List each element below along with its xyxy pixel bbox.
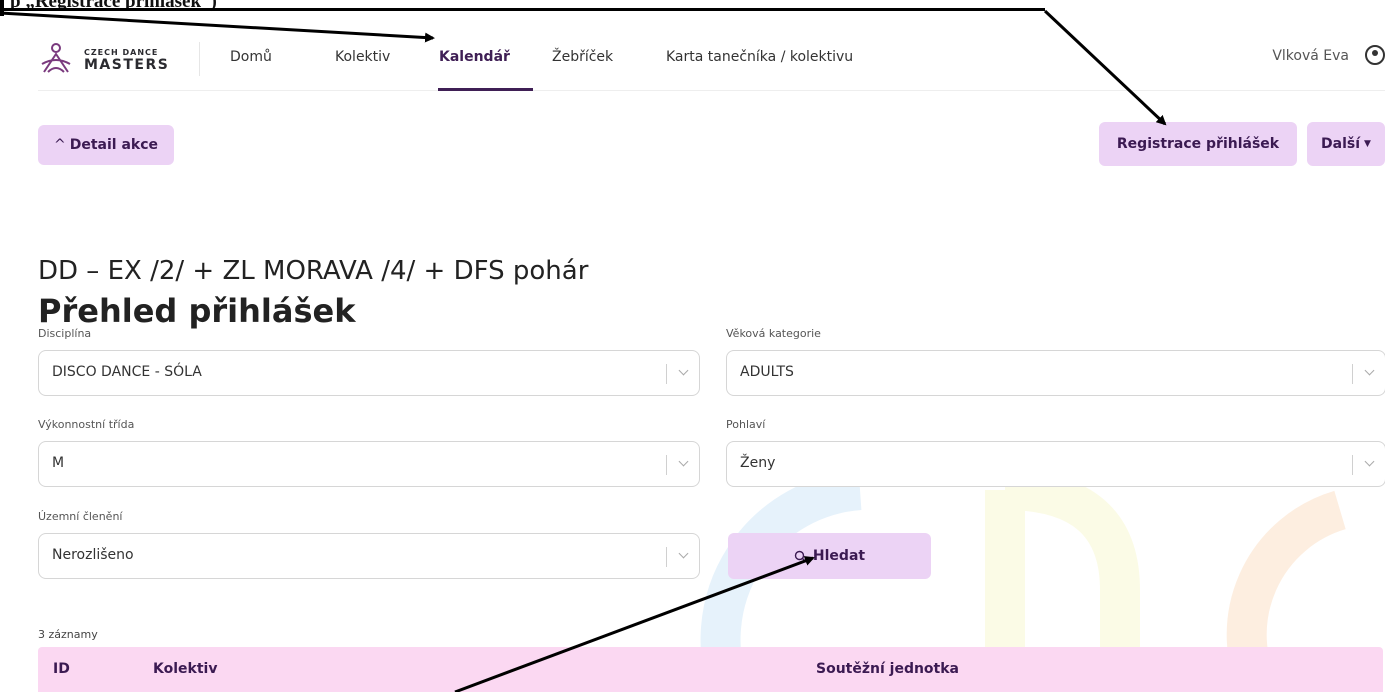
vekova-kategorie-value: ADULTS <box>740 364 794 380</box>
logo-line-2: MASTERS <box>84 57 170 73</box>
uzemni-cleneni-value: Nerozlišeno <box>52 547 134 563</box>
pohlavi-label: Pohlaví <box>726 418 766 431</box>
record-count: 3 záznamy <box>38 628 98 641</box>
chevron-up-icon: ^ <box>53 137 66 153</box>
column-header-kolektiv[interactable]: Kolektiv <box>153 661 217 677</box>
pohlavi-value: Ženy <box>740 455 776 471</box>
chevron-down-icon <box>678 365 689 376</box>
nav-active-indicator <box>438 88 533 91</box>
user-icon[interactable] <box>1365 45 1385 65</box>
detail-akce-label: Detail akce <box>69 137 158 153</box>
chevron-down-icon <box>678 456 689 467</box>
chevron-down-icon <box>1364 456 1375 467</box>
nav-item-domu[interactable]: Domů <box>230 49 272 65</box>
disciplina-label: Disciplína <box>38 327 92 340</box>
select-divider <box>666 364 667 384</box>
nav-item-zebricek[interactable]: Žebříček <box>552 49 613 65</box>
annotation-text: p „Registrace přihlášek“) <box>10 0 217 12</box>
column-header-id[interactable]: ID <box>53 661 70 677</box>
nav-separator <box>199 42 200 76</box>
search-icon <box>794 550 807 562</box>
hledat-label: Hledat <box>812 548 866 564</box>
page-title: Přehled přihlášek <box>38 292 356 330</box>
nav-item-karta[interactable]: Karta tanečníka / kolektivu <box>666 49 853 65</box>
chevron-down-icon <box>1364 365 1375 376</box>
logo-mark-icon <box>41 43 71 73</box>
nav-item-kalendar[interactable]: Kalendář <box>439 49 510 65</box>
page-subtitle: DD – EX /2/ + ZL MORAVA /4/ + DFS pohár <box>38 256 589 286</box>
select-divider <box>1352 455 1353 475</box>
vekova-kategorie-label: Věková kategorie <box>726 327 821 340</box>
pohlavi-select[interactable]: Ženy <box>726 441 1385 487</box>
chevron-down-icon <box>678 548 689 559</box>
column-header-soutezni-jednotka[interactable]: Soutěžní jednotka <box>816 661 959 677</box>
vekova-kategorie-select[interactable]: ADULTS <box>726 350 1385 396</box>
disciplina-select[interactable]: DISCO DANCE - SÓLA <box>38 350 700 396</box>
top-navigation: CZECH DANCE MASTERS Domů Kolektiv Kalend… <box>38 30 1385 91</box>
detail-akce-button[interactable]: ^ Detail akce <box>38 125 174 165</box>
select-divider <box>666 547 667 567</box>
user-name[interactable]: Vlková Eva <box>1272 48 1349 64</box>
dalsi-label: Další <box>1321 136 1361 152</box>
vykonnostni-trida-value: M <box>52 455 65 471</box>
annotation-frame-top <box>0 8 1045 11</box>
caret-down-icon: ▼ <box>1364 139 1371 149</box>
uzemni-cleneni-select[interactable]: Nerozlišeno <box>38 533 700 579</box>
logo-line-1: CZECH DANCE <box>84 48 159 57</box>
disciplina-value: DISCO DANCE - SÓLA <box>52 364 202 380</box>
logo[interactable]: CZECH DANCE MASTERS <box>38 40 198 80</box>
hledat-button[interactable]: Hledat <box>728 533 931 579</box>
vykonnostni-trida-select[interactable]: M <box>38 441 700 487</box>
dalsi-dropdown-button[interactable]: Další ▼ <box>1307 122 1385 166</box>
registrace-prihlasek-button[interactable]: Registrace přihlášek <box>1099 122 1297 166</box>
table-header: ID Kolektiv Soutěžní jednotka <box>38 647 1383 692</box>
nav-item-kolektiv[interactable]: Kolektiv <box>335 49 390 65</box>
select-divider <box>1352 364 1353 384</box>
uzemni-cleneni-label: Územní členění <box>38 510 123 523</box>
select-divider <box>666 455 667 475</box>
vykonnostni-trida-label: Výkonnostní třída <box>38 418 135 431</box>
